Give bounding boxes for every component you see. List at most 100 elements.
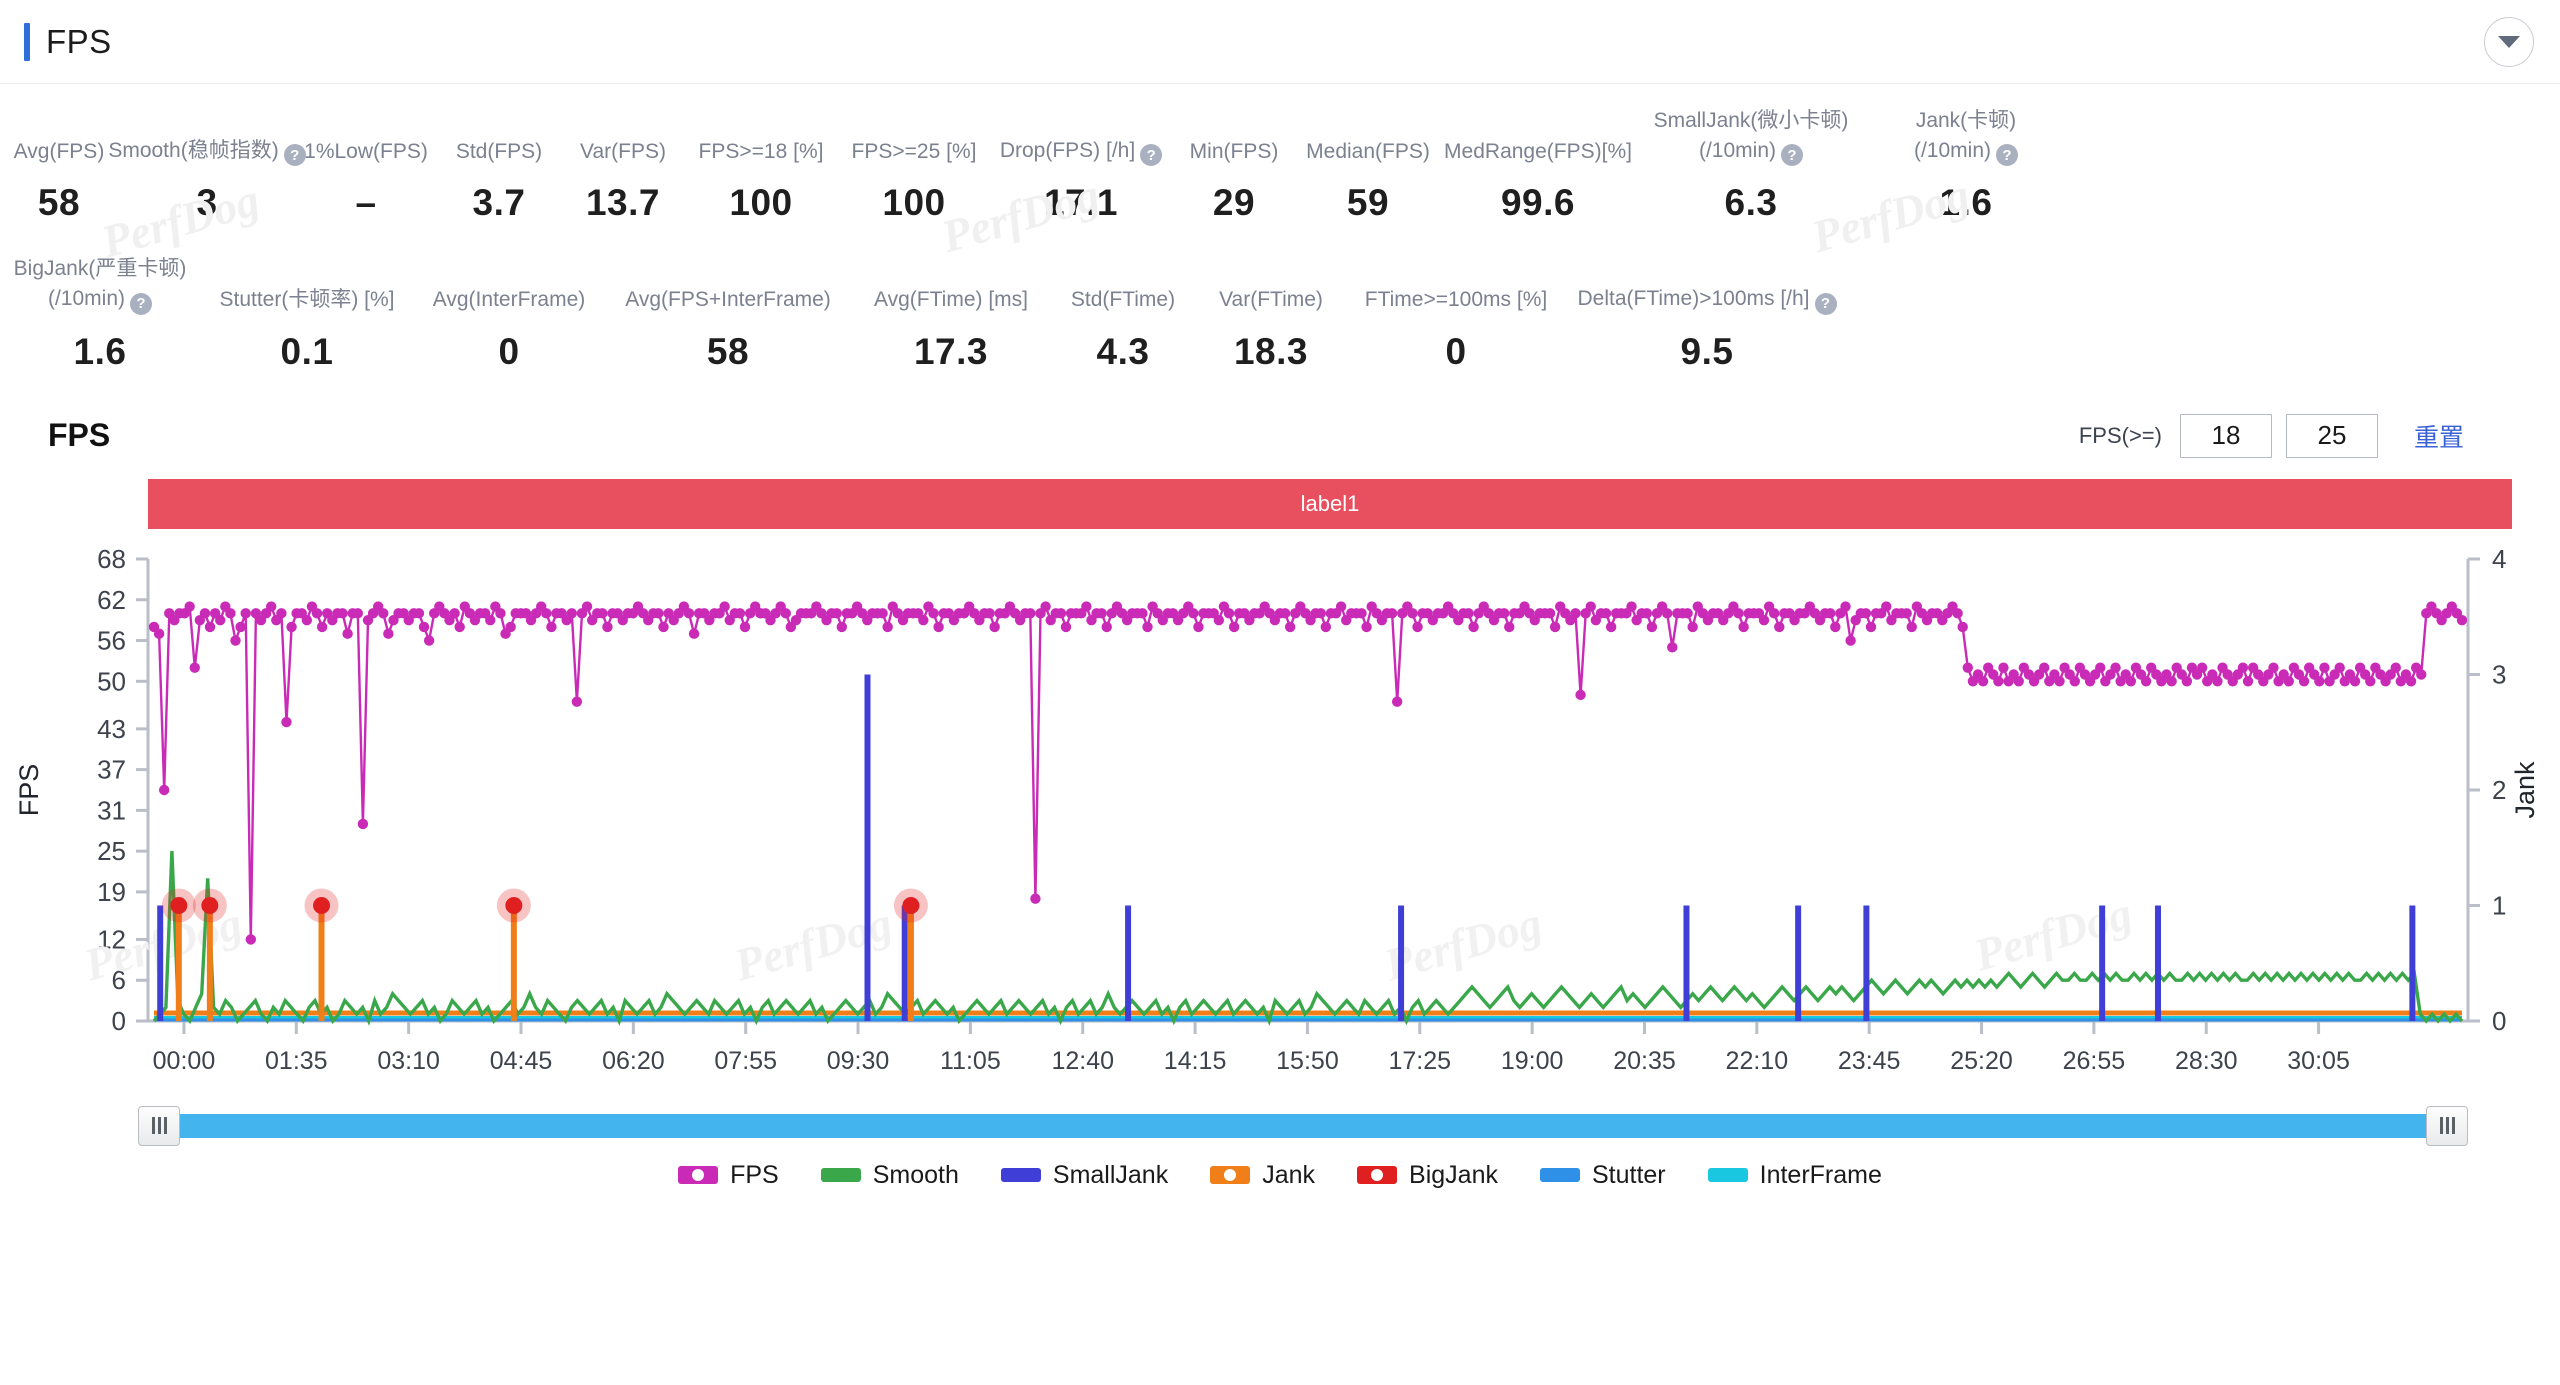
svg-text:15:50: 15:50	[1276, 1047, 1339, 1075]
svg-text:07:55: 07:55	[714, 1047, 777, 1075]
metric-label: Drop(FPS) [/h]?	[1000, 136, 1163, 167]
metric-value: 100	[882, 182, 946, 224]
metric-cell: Avg(InterFrame) 0	[414, 285, 604, 373]
metric-cell: Var(FTime) 18.3	[1196, 285, 1346, 373]
svg-text:62: 62	[97, 584, 126, 614]
svg-text:11:05: 11:05	[940, 1047, 1001, 1075]
metric-cell: Median(FPS) 59	[1296, 137, 1440, 225]
metric-value: 58	[706, 330, 750, 372]
metric-cell: 1%Low(FPS) –	[296, 137, 436, 225]
legend-label: InterFrame	[1759, 1160, 1882, 1189]
metric-label: FPS>=25 [%]	[851, 139, 977, 163]
grip-handle-icon	[2439, 1117, 2455, 1135]
metric-cell: Std(FPS) 3.7	[436, 137, 562, 225]
collapse-panel-button[interactable]	[2484, 16, 2534, 67]
svg-text:4: 4	[2492, 544, 2506, 574]
metric-label: Delta(FTime)>100ms [/h]?	[1577, 284, 1837, 315]
metric-label: FTime>=100ms [%]	[1364, 287, 1548, 311]
svg-text:31: 31	[97, 795, 126, 825]
metric-label: Smooth(稳帧指数)?	[108, 136, 306, 167]
grip-handle-icon	[151, 1117, 167, 1135]
svg-text:09:30: 09:30	[827, 1047, 890, 1075]
svg-text:12:40: 12:40	[1051, 1047, 1114, 1075]
legend-label: Jank	[1262, 1160, 1316, 1189]
svg-text:Jank: Jank	[2510, 761, 2540, 819]
metric-cell: Std(FTime) 4.3	[1050, 285, 1196, 373]
fps-threshold-low-input[interactable]	[2179, 413, 2272, 458]
help-icon[interactable]: ?	[1140, 144, 1163, 167]
reset-link[interactable]: 重置	[2414, 418, 2464, 454]
metric-cell: Avg(FTime) [ms] 17.3	[852, 285, 1050, 373]
metric-cell: Avg(FPS) 58	[0, 137, 118, 225]
metric-value: 0	[1445, 330, 1467, 372]
svg-text:19: 19	[97, 877, 126, 907]
metric-label: MedRange(FPS)[%]	[1444, 139, 1632, 163]
metric-label: SmallJank(微小卡顿) (/10min)?	[1654, 106, 1848, 167]
timeline-label-text: label1	[1300, 490, 1360, 516]
help-icon[interactable]: ?	[1996, 144, 2019, 167]
legend-item-fps[interactable]: FPS	[678, 1161, 779, 1190]
svg-text:01:35: 01:35	[265, 1047, 328, 1075]
metric-label: 1%Low(FPS)	[304, 139, 428, 163]
metric-value: 6.3	[1724, 182, 1778, 224]
legend-swatch	[1000, 1168, 1041, 1183]
svg-text:23:45: 23:45	[1838, 1047, 1901, 1075]
svg-text:17:25: 17:25	[1389, 1047, 1452, 1075]
fps-plot-svg[interactable]: 061219253137435056626801234FPS Jank00:00 0…	[0, 541, 2560, 1101]
legend-item-bigjank[interactable]: BigJank	[1357, 1161, 1498, 1190]
metric-label: Stutter(卡顿率) [%]	[219, 287, 395, 311]
chart-toolbar: FPS FPS(>=) 重置	[0, 407, 2560, 465]
svg-text:25: 25	[97, 836, 126, 866]
fps-panel: FPS PerfDog PerfDog PerfDog Avg(FPS) 58 Sm…	[0, 0, 2560, 1385]
fps-plot[interactable]: 0 6 12 19 25 31 37 43 50 56 62 68 0 1 2 3 4 FPS Jank 00:00 0…	[0, 541, 2560, 1101]
fps-chart-section: FPS FPS(>=) 重置 label1 061219253137435056…	[0, 407, 2560, 1190]
svg-text:19:00: 19:00	[1501, 1047, 1564, 1075]
svg-text:22:10: 22:10	[1726, 1047, 1789, 1075]
help-icon[interactable]: ?	[1781, 144, 1803, 167]
svg-text:50: 50	[97, 666, 126, 696]
chart-title: FPS	[48, 417, 111, 454]
svg-text:FPS: FPS	[14, 763, 44, 816]
help-icon[interactable]: ?	[130, 292, 152, 315]
scrollbar-right-handle[interactable]	[2426, 1105, 2468, 1146]
metric-label: Jank(卡顿) (/10min)?	[1914, 106, 2019, 167]
fps-threshold-high-input[interactable]	[2285, 413, 2378, 458]
svg-text:43: 43	[97, 713, 126, 743]
metric-cell: MedRange(FPS)[%] 99.6	[1440, 137, 1636, 225]
metric-cell: Var(FPS) 13.7	[562, 137, 684, 225]
timeline-label-bar[interactable]: label1	[148, 478, 2512, 529]
metric-cell: Avg(FPS+InterFrame) 58	[604, 285, 852, 373]
metric-label: Avg(FPS)	[13, 139, 105, 163]
svg-text:1: 1	[2492, 890, 2506, 920]
legend-item-stutter[interactable]: Stutter	[1539, 1161, 1666, 1190]
legend-item-jank[interactable]: Jank	[1210, 1161, 1315, 1190]
metric-label: Avg(InterFrame)	[432, 287, 586, 311]
metric-value: 1.6	[1939, 182, 1993, 224]
metric-cell: FTime>=100ms [%] 0	[1346, 285, 1566, 373]
metric-cell: BigJank(严重卡顿) (/10min)? 1.6	[0, 254, 200, 372]
metric-cell: Min(FPS) 29	[1172, 137, 1296, 225]
scrollbar-track[interactable]	[138, 1113, 2468, 1138]
svg-text:04:45: 04:45	[490, 1047, 553, 1075]
svg-text:68: 68	[97, 544, 126, 574]
panel-header: FPS	[0, 0, 2560, 84]
svg-text:0: 0	[112, 1006, 126, 1036]
metric-label: Var(FTime)	[1219, 287, 1323, 311]
legend-item-interframe[interactable]: InterFrame	[1707, 1160, 1882, 1190]
legend-item-smooth[interactable]: Smooth	[820, 1160, 959, 1190]
svg-text:3: 3	[2492, 659, 2506, 689]
legend-item-smalljank[interactable]: SmallJank	[1000, 1161, 1168, 1190]
metric-value: 4.3	[1096, 330, 1150, 372]
legend-label: Smooth	[872, 1160, 959, 1189]
scrollbar-left-handle[interactable]	[138, 1105, 180, 1146]
svg-text:PerfDog: PerfDog	[728, 897, 898, 991]
legend-swatch	[1357, 1166, 1398, 1185]
timeline-scrollbar[interactable]	[138, 1105, 2468, 1147]
help-icon[interactable]: ?	[1814, 292, 1837, 315]
metric-value: 17.3	[913, 330, 988, 372]
svg-text:26:55: 26:55	[2063, 1047, 2126, 1075]
metric-cell: FPS>=25 [%] 100	[838, 137, 990, 225]
metric-value: 9.5	[1680, 330, 1734, 372]
title-accent-bar	[24, 22, 30, 61]
legend-swatch	[1707, 1168, 1748, 1183]
